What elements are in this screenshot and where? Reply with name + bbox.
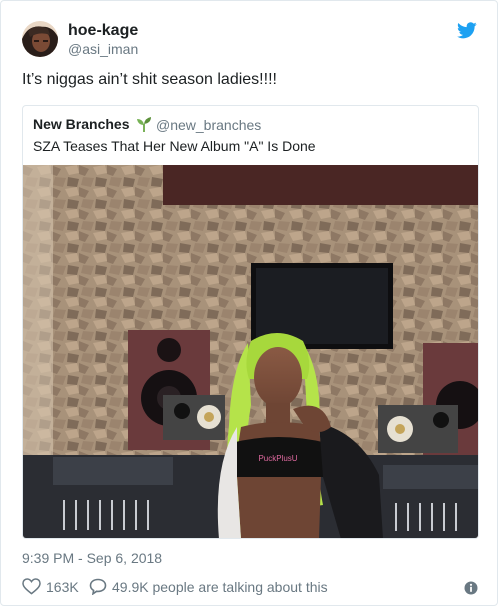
author-handle[interactable]: @asi_iman bbox=[68, 41, 138, 57]
heart-icon[interactable] bbox=[22, 578, 41, 595]
quoted-author-name[interactable]: New Branches bbox=[33, 116, 129, 132]
seedling-icon bbox=[137, 117, 151, 132]
quoted-author-handle[interactable]: @new_branches bbox=[156, 117, 261, 133]
tweet-text: It’s niggas ain’t shit season ladies!!!! bbox=[22, 71, 277, 88]
author-avatar[interactable] bbox=[22, 21, 58, 57]
talking-about-count[interactable]: 49.9K people are talking about this bbox=[112, 579, 328, 595]
twitter-bird-icon[interactable] bbox=[457, 22, 477, 39]
speech-bubble-icon[interactable] bbox=[89, 578, 107, 595]
info-icon[interactable] bbox=[464, 581, 478, 595]
quoted-tweet-photo[interactable]: PuckPlusU bbox=[23, 165, 478, 538]
shirt-print-text: PuckPlusU bbox=[258, 454, 297, 463]
like-count[interactable]: 163K bbox=[46, 579, 79, 595]
tweet-timestamp[interactable]: 9:39 PM - Sep 6, 2018 bbox=[22, 550, 162, 566]
tweet-card: hoe-kage @asi_iman It’s niggas ain’t shi… bbox=[0, 0, 498, 606]
author-name[interactable]: hoe-kage bbox=[68, 22, 138, 40]
quoted-tweet-text: SZA Teases That Her New Album "A" Is Don… bbox=[33, 138, 316, 154]
quoted-tweet[interactable]: New Branches @new_branches SZA Teases Th… bbox=[22, 105, 479, 539]
